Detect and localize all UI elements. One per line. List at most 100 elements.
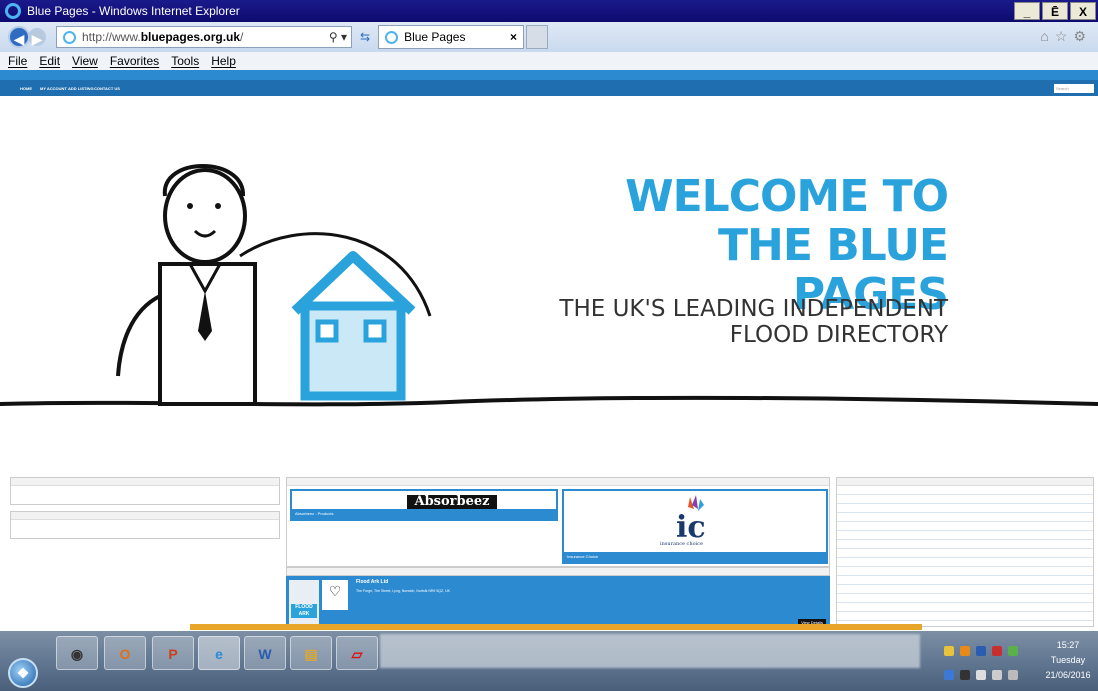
tray-network-icon[interactable] [1008, 646, 1018, 656]
welcome-line-1: WELCOME TO [625, 171, 949, 222]
featured-listing-absorbeez[interactable]: Absorbeez Absorbeez - Products [290, 489, 558, 521]
favorites-star-icon[interactable]: ☆ [1055, 28, 1074, 44]
menu-favorites[interactable]: Favorites [110, 54, 159, 68]
recent-listings-header [286, 567, 830, 576]
tray-pen-icon[interactable] [992, 646, 1002, 656]
tagline-line-1: THE UK'S LEADING INDEPENDENT [559, 296, 948, 322]
internet-explorer-icon[interactable]: e [198, 636, 240, 670]
category-item[interactable] [837, 540, 1093, 549]
back-button[interactable]: ◀ [8, 26, 30, 48]
featured-listings-panel: Absorbeez Absorbeez - Products ic insura… [286, 477, 830, 567]
category-item[interactable] [837, 531, 1093, 540]
tray-volume-icon[interactable] [1008, 670, 1018, 680]
outlook-icon[interactable]: O [104, 636, 146, 670]
navigation-bar: ◀ ▶ http://www. bluepages.org.uk / ⚲ ▾ ⇆ B… [0, 22, 1098, 52]
hero-banner: WELCOME TO THE BLUE PAGES THE UK'S LEADI… [0, 96, 1098, 456]
clock-day: Tuesday [1050, 655, 1086, 665]
menu-tools[interactable]: Tools [171, 54, 199, 68]
tray-mail-icon[interactable] [944, 646, 954, 656]
insurance-choice-logo-icon: ic [676, 495, 706, 543]
hero-tagline: THE UK'S LEADING INDEPENDENT FLOOD DIREC… [540, 296, 948, 348]
category-item[interactable] [837, 612, 1093, 621]
category-item[interactable] [837, 486, 1093, 495]
nav-add-listing[interactable]: ADD LISTING [68, 86, 94, 91]
featured-listing-insurance-choice[interactable]: ic insurance choice Insurance Choice [562, 489, 828, 564]
categories-panel [836, 477, 1094, 627]
category-item[interactable] [837, 576, 1093, 585]
tray-bluetooth-icon[interactable] [976, 646, 986, 656]
absorbeez-logo: Absorbeez [407, 495, 497, 509]
site-search-input[interactable]: Search [1054, 84, 1094, 93]
tray-outlook-icon[interactable] [960, 646, 970, 656]
url-suffix: / [240, 30, 244, 44]
category-item[interactable] [837, 603, 1093, 612]
clock-time: 15:27 [1056, 640, 1080, 650]
menu-edit[interactable]: Edit [39, 54, 60, 68]
refresh-icon[interactable]: ⇆ [360, 30, 370, 44]
settings-gear-icon[interactable]: ⚙ [1073, 28, 1092, 44]
tray-flag-icon[interactable] [976, 670, 986, 680]
featured-caption: Absorbeez - Products [292, 509, 556, 519]
nav-home[interactable]: HOME [20, 86, 32, 91]
kitemark-icon: ♡ [322, 580, 348, 610]
window-controls: _ Ē X [1014, 2, 1096, 20]
menu-view[interactable]: View [72, 54, 98, 68]
tray-monitor-icon[interactable] [992, 670, 1002, 680]
window-title: Blue Pages - Windows Internet Explorer [27, 4, 240, 18]
url-domain: bluepages.org.uk [140, 30, 241, 44]
info-panel-header [11, 478, 279, 486]
nav-my-account[interactable]: MY ACCOUNT [40, 86, 67, 91]
taskbar-clock[interactable]: 15:27 Tuesday 21/06/2016 [1040, 638, 1096, 683]
site-top-bar [0, 70, 1098, 80]
windows-orb-icon[interactable]: ❖ [8, 658, 38, 688]
listing-name: Flood Ark Ltd [356, 579, 389, 585]
tray-app-icon[interactable] [960, 670, 970, 680]
search-icon[interactable]: ⚲ ▾ [329, 30, 347, 44]
url-prefix: http://www. [82, 30, 141, 44]
flood-ark-logo-label: FLOOD ARK [291, 604, 317, 618]
new-tab-button[interactable] [526, 25, 549, 49]
powerpoint-icon[interactable]: P [152, 636, 194, 670]
info-panel [10, 477, 280, 505]
word-icon[interactable]: W [244, 636, 286, 670]
close-tab-icon[interactable]: × [510, 30, 517, 44]
category-item[interactable] [837, 585, 1093, 594]
menu-help[interactable]: Help [211, 54, 236, 68]
featured-listings-header [287, 478, 829, 486]
address-bar[interactable]: http://www. bluepages.org.uk / ⚲ ▾ [56, 26, 352, 48]
close-window-button[interactable]: X [1070, 2, 1096, 20]
minimize-button[interactable]: _ [1014, 2, 1040, 20]
tab-blue-pages[interactable]: Blue Pages × [378, 25, 525, 49]
media-player-icon[interactable]: ◉ [56, 636, 98, 670]
tagline-line-2: FLOOD DIRECTORY [729, 322, 948, 348]
restore-button[interactable]: Ē [1042, 2, 1068, 20]
category-item[interactable] [837, 504, 1093, 513]
toolbar-icons: ⌂☆⚙ [1040, 28, 1092, 45]
home-icon[interactable]: ⌂ [1040, 28, 1054, 44]
category-item[interactable] [837, 522, 1093, 531]
background-window [380, 634, 920, 668]
categories-header [837, 478, 1093, 486]
category-item[interactable] [837, 567, 1093, 576]
menu-bar: File Edit View Favorites Tools Help [0, 52, 1098, 70]
listing-address: The Forge, The Street, Lyng, Norwich, No… [356, 589, 450, 593]
site-nav: HOME MY ACCOUNT ADD LISTING CONTACT US S… [0, 80, 1098, 96]
category-item[interactable] [837, 513, 1093, 522]
category-item[interactable] [837, 495, 1093, 504]
window-title-bar: Blue Pages - Windows Internet Explorer _… [0, 0, 1098, 22]
menu-file[interactable]: File [8, 54, 27, 68]
category-item[interactable] [837, 594, 1093, 603]
useful-links-panel [10, 511, 280, 539]
internet-explorer-icon [5, 3, 21, 19]
forward-button[interactable]: ▶ [28, 28, 46, 47]
recent-listing-card[interactable]: FLOOD ARK ♡ Flood Ark Ltd The Forge, The… [286, 567, 830, 628]
tab-favicon-icon [385, 30, 399, 44]
category-item[interactable] [837, 558, 1093, 567]
screen: Blue Pages - Windows Internet Explorer _… [0, 0, 1098, 691]
category-item[interactable] [837, 549, 1093, 558]
tab-label: Blue Pages [404, 30, 466, 44]
nav-contact-us[interactable]: CONTACT US [94, 86, 120, 91]
pdf-icon[interactable]: ▱ [336, 636, 378, 670]
file-explorer-icon[interactable]: ▤ [290, 636, 332, 670]
tray-shield-icon[interactable] [944, 670, 954, 680]
